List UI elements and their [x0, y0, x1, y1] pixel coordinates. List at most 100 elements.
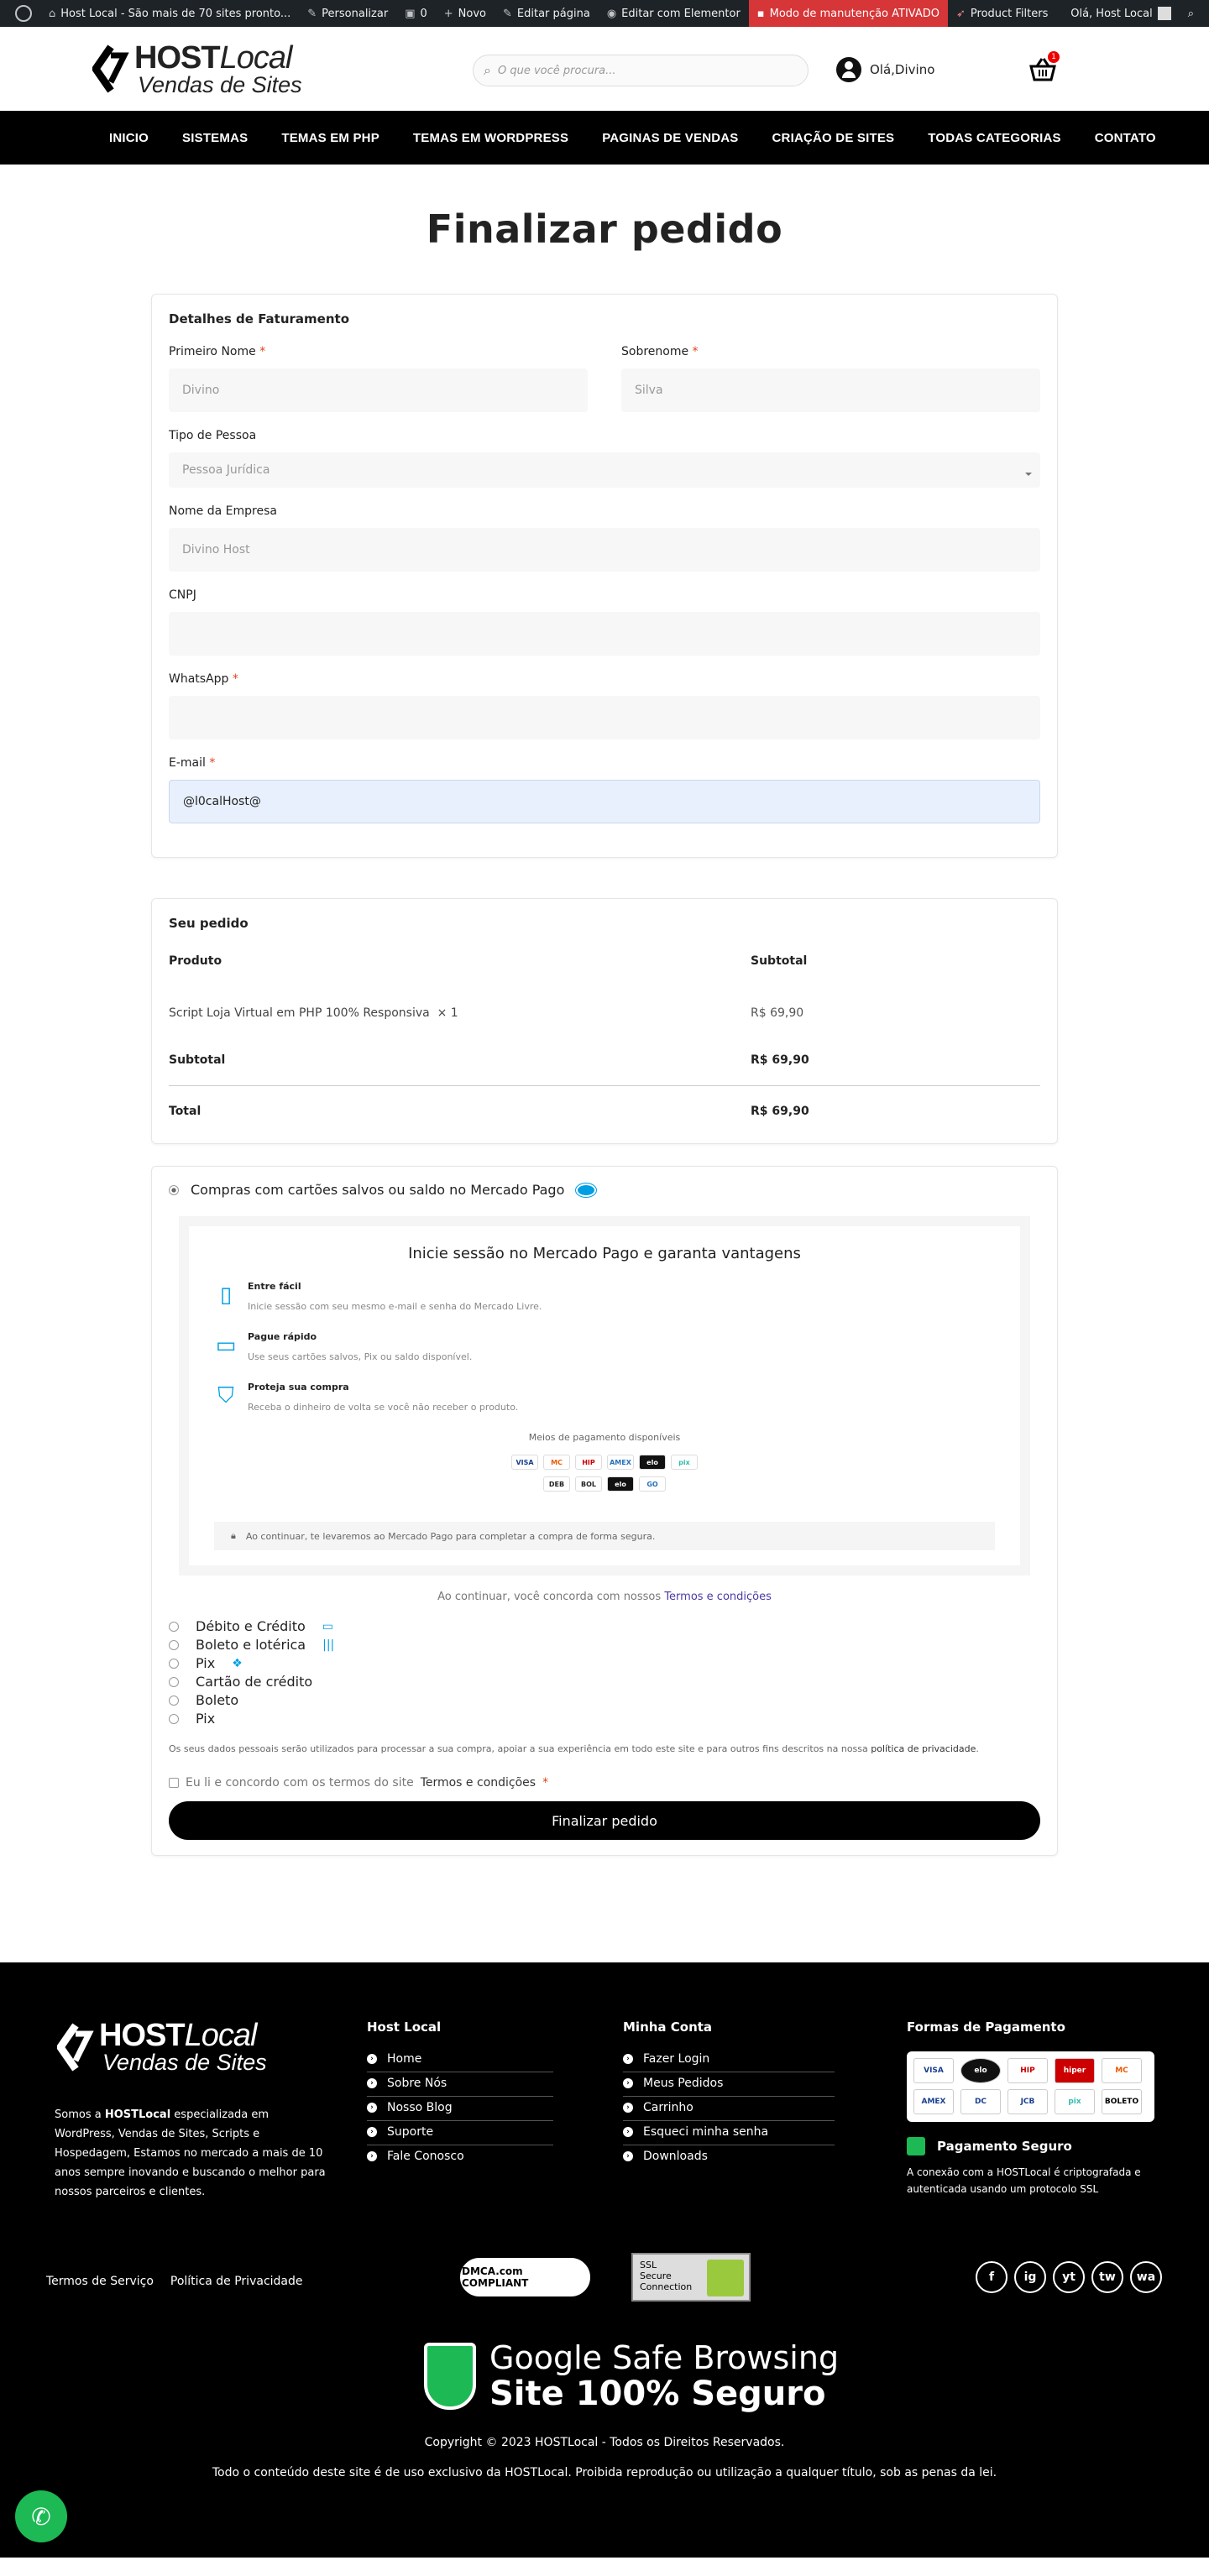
- admin-maintenance-link[interactable]: ▪ Modo de manutenção ATIVADO: [748, 0, 948, 27]
- avatar: [1157, 7, 1171, 20]
- footer-col-account: Minha Conta › Fazer Login › Meus Pedidos ›…: [623, 2020, 835, 2169]
- admin-elementor-link[interactable]: ◉ Editar com Elementor: [599, 0, 749, 27]
- google-safe-browsing-badge: Google Safe Browsing Site 100% Seguro: [424, 2340, 839, 2412]
- facebook-icon[interactable]: f: [976, 2261, 1008, 2293]
- user-account-link[interactable]: Olá,Divino: [836, 57, 934, 82]
- wordpress-logo-icon[interactable]: [7, 0, 40, 27]
- total-row: Total R$ 69,90: [169, 1105, 809, 1118]
- cnpj-field[interactable]: [169, 612, 1040, 656]
- cart-button[interactable]: 1: [1028, 51, 1060, 85]
- mercadopago-radio[interactable]: [169, 1184, 179, 1195]
- admin-account-link[interactable]: Olá, Host Local: [1062, 0, 1180, 27]
- radio[interactable]: [169, 1695, 179, 1706]
- nav-inicio[interactable]: INICIO: [109, 131, 149, 145]
- billing-heading: Detalhes de Faturamento: [169, 311, 350, 327]
- admin-edit-page-link[interactable]: ✎ Editar página: [495, 0, 599, 27]
- whatsapp-icon[interactable]: wa: [1130, 2261, 1162, 2293]
- footer-link-login[interactable]: › Fazer Login: [623, 2048, 835, 2072]
- mercadopago-panel: Inicie sessão no Mercado Pago e garanta …: [179, 1216, 1030, 1575]
- radio[interactable]: [169, 1621, 179, 1632]
- visa-icon: VISA: [511, 1455, 538, 1470]
- nav-contato[interactable]: CONTATO: [1095, 131, 1156, 145]
- admin-search-icon[interactable]: ⌕: [1180, 0, 1202, 27]
- nav-temas-wordpress[interactable]: TEMAS EM WORDPRESS: [413, 131, 568, 145]
- twitter-icon[interactable]: tw: [1091, 2261, 1123, 2293]
- payment-option-debito-credito[interactable]: Débito e Crédito ▭: [169, 1618, 1040, 1634]
- logo-mark-icon: [91, 44, 129, 94]
- admin-product-filters-link[interactable]: ➶ Product Filters: [948, 0, 1056, 27]
- card-icon: ▭: [322, 1619, 333, 1633]
- brush-icon: ✎: [307, 7, 317, 20]
- chevron-right-icon: ›: [623, 2151, 633, 2161]
- nav-sistemas[interactable]: SISTEMAS: [182, 131, 248, 145]
- youtube-icon[interactable]: yt: [1053, 2261, 1085, 2293]
- radio[interactable]: [169, 1676, 179, 1687]
- footer-link-home[interactable]: › Home: [367, 2048, 553, 2072]
- person-type-select[interactable]: Pessoa Jurídica: [169, 452, 1040, 488]
- payment-option-cartao[interactable]: Cartão de crédito: [169, 1674, 1040, 1690]
- search-input[interactable]: ⌕ O que você procura...: [473, 55, 809, 86]
- chevron-right-icon: ›: [367, 2127, 377, 2137]
- footer-link-carrinho[interactable]: › Carrinho: [623, 2097, 835, 2121]
- footer-link-sobre[interactable]: › Sobre Nós: [367, 2072, 553, 2097]
- terms-link[interactable]: Termos e condições: [421, 1776, 536, 1790]
- admin-site-link[interactable]: ⌂ Host Local - São mais de 70 sites pront…: [40, 0, 299, 27]
- order-summary-card: Seu pedido Produto Subtotal Script Loja …: [151, 898, 1058, 1144]
- footer-link-blog[interactable]: › Nosso Blog: [367, 2097, 553, 2121]
- whatsapp-float-button[interactable]: ✆: [15, 2490, 67, 2542]
- email-field[interactable]: @l0calHost@: [169, 780, 1040, 823]
- site-logo[interactable]: HOSTLocal Vendas de Sites: [91, 42, 344, 97]
- admin-bar: ⌂ Host Local - São mais de 70 sites pront…: [0, 0, 1209, 27]
- footer-col-payment: Formas de Pagamento: [907, 2020, 1065, 2035]
- chevron-right-icon: ›: [623, 2127, 633, 2137]
- table-row: Script Loja Virtual em PHP 100% Responsi…: [169, 1006, 804, 1020]
- footer-link-downloads[interactable]: › Downloads: [623, 2145, 835, 2169]
- whatsapp-field[interactable]: [169, 696, 1040, 739]
- terms-link[interactable]: Termos e condições: [664, 1591, 772, 1603]
- nav-todas-categorias[interactable]: TODAS CATEGORIAS: [928, 131, 1061, 145]
- admin-comments-link[interactable]: ▣ 0: [396, 0, 436, 27]
- place-order-button[interactable]: Finalizar pedido: [169, 1801, 1040, 1840]
- phone-icon: ▯: [219, 1283, 233, 1308]
- privacy-link[interactable]: política de privacidade: [871, 1743, 976, 1754]
- footer-link-suporte[interactable]: › Suporte: [367, 2121, 553, 2145]
- mercadopago-option[interactable]: Compras com cartões salvos ou saldo no M…: [169, 1182, 1040, 1198]
- payment-option-pix[interactable]: Pix: [169, 1711, 1040, 1727]
- payment-option-pix-mp[interactable]: Pix ❖: [169, 1655, 1040, 1671]
- nav-criacao-sites[interactable]: CRIAÇÃO DE SITES: [772, 131, 895, 145]
- footer-link-senha[interactable]: › Esqueci minha senha: [623, 2121, 835, 2145]
- payment-option-boleto[interactable]: Boleto: [169, 1692, 1040, 1708]
- radio[interactable]: [169, 1713, 179, 1724]
- payment-card: Compras com cartões salvos ou saldo no M…: [151, 1166, 1058, 1856]
- first-name-field[interactable]: Divino: [169, 368, 588, 412]
- lock-icon: [907, 2137, 925, 2155]
- last-name-field[interactable]: Silva: [621, 368, 1040, 412]
- amex-icon: AMEX: [913, 2089, 954, 2114]
- dmca-badge[interactable]: DMCA.com COMPLIANT: [460, 2258, 590, 2296]
- nav-temas-php[interactable]: TEMAS EM PHP: [281, 131, 379, 145]
- benefit-item: ▭ Pague rápido Use seus cartões salvos, P…: [215, 1331, 473, 1362]
- page-title: Finalizar pedido: [426, 206, 783, 252]
- order-heading: Seu pedido: [169, 916, 249, 931]
- footer-link-pedidos[interactable]: › Meus Pedidos: [623, 2072, 835, 2097]
- wallet-icon: ▭: [215, 1333, 237, 1358]
- terms-of-service-link[interactable]: Termos de Serviço: [46, 2275, 154, 2288]
- footer-link-contato[interactable]: › Fale Conosco: [367, 2145, 553, 2169]
- payment-option-boleto-loterica[interactable]: Boleto e lotérica |||: [169, 1637, 1040, 1653]
- admin-new-link[interactable]: + Novo: [436, 0, 495, 27]
- payment-chips-row: VISA MC HIP AMEX elo pix: [214, 1455, 995, 1470]
- instagram-icon[interactable]: ig: [1014, 2261, 1046, 2293]
- radio[interactable]: [169, 1658, 179, 1669]
- boleto-icon: BOLETO: [1102, 2089, 1142, 2114]
- radio[interactable]: [169, 1639, 179, 1650]
- footer-about: Somos a HOSTLocal especializada em WordP…: [55, 2108, 326, 2198]
- terms-checkbox[interactable]: [169, 1778, 179, 1788]
- company-field[interactable]: Divino Host: [169, 528, 1040, 572]
- mastercard-icon: MC: [543, 1455, 570, 1470]
- col-subtotal: Subtotal: [751, 954, 808, 968]
- rocket-icon: ➶: [956, 7, 966, 20]
- nav-paginas-vendas[interactable]: PAGINAS DE VENDAS: [602, 131, 738, 145]
- admin-customize-link[interactable]: ✎ Personalizar: [299, 0, 396, 27]
- privacy-policy-link[interactable]: Política de Privacidade: [170, 2275, 303, 2288]
- footer-logo[interactable]: HOSTLocal Vendas de Sites: [55, 2020, 267, 2074]
